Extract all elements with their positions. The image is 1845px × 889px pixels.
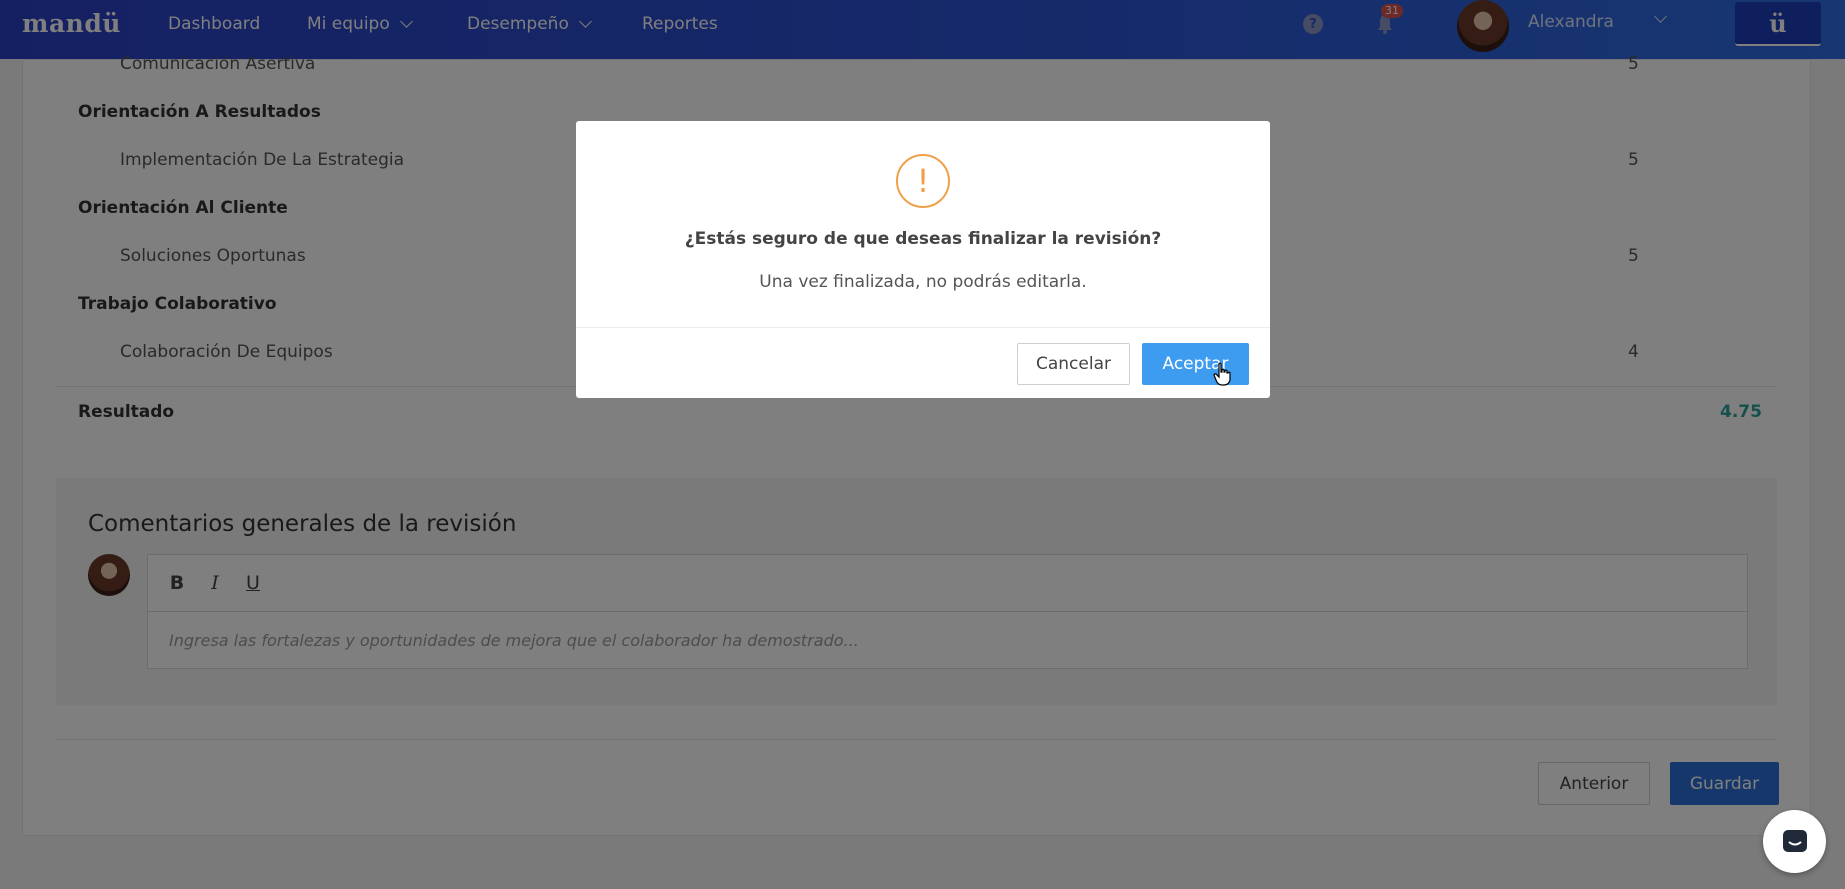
warning-icon: ! — [896, 154, 950, 208]
hand-cursor-icon — [1213, 362, 1231, 386]
divider — [576, 327, 1270, 328]
chat-icon — [1782, 829, 1807, 852]
chat-launcher-button[interactable] — [1763, 810, 1826, 873]
accept-button[interactable]: Aceptar — [1142, 343, 1249, 385]
cancel-button[interactable]: Cancelar — [1017, 343, 1130, 385]
confirm-dialog: ! ¿Estás seguro de que deseas finalizar … — [576, 121, 1270, 398]
dialog-title: ¿Estás seguro de que deseas finalizar la… — [684, 229, 1162, 249]
dialog-message: Una vez finalizada, no podrás editarla. — [759, 272, 1087, 292]
